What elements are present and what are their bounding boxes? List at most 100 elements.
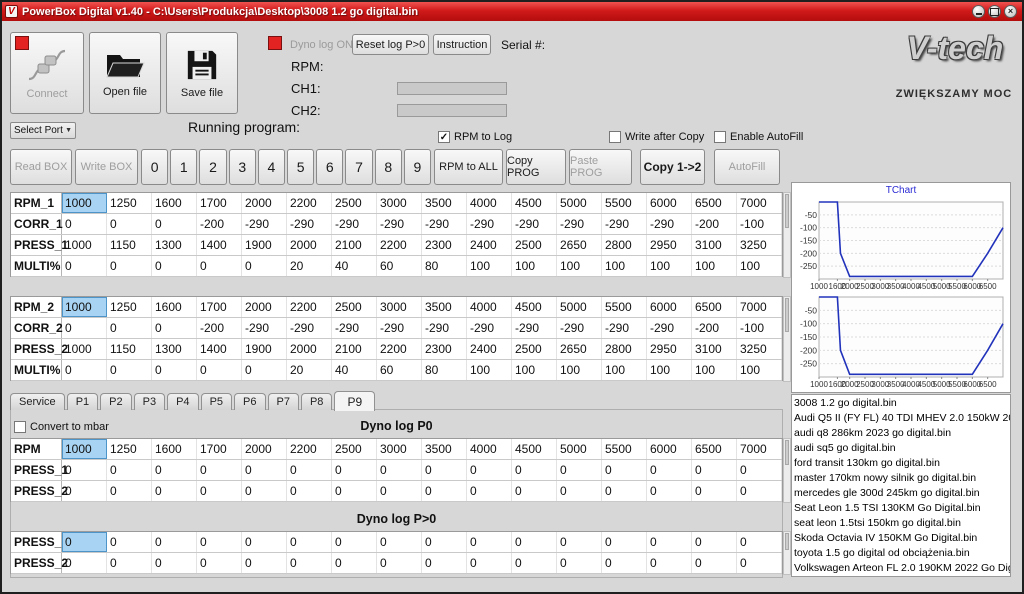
table-cell[interactable]: 5000 bbox=[557, 439, 602, 459]
minimize-icon[interactable] bbox=[972, 5, 985, 18]
table-cell[interactable]: 0 bbox=[242, 360, 287, 380]
table-cell[interactable]: 1900 bbox=[242, 235, 287, 255]
table-cell[interactable]: 80 bbox=[422, 360, 467, 380]
table-cell[interactable]: -200 bbox=[692, 318, 737, 338]
file-list-item[interactable]: seat leon 1.5tsi 150km go digital.bin bbox=[794, 516, 1010, 531]
table-cell[interactable]: 2400 bbox=[467, 339, 512, 359]
table-cell[interactable]: -290 bbox=[467, 318, 512, 338]
table-cell[interactable]: 0 bbox=[287, 460, 332, 480]
table-cell[interactable]: 2950 bbox=[647, 235, 692, 255]
table-cell[interactable]: 1600 bbox=[152, 193, 197, 213]
table-cell[interactable]: 3500 bbox=[422, 297, 467, 317]
table-cell[interactable]: 4000 bbox=[467, 297, 512, 317]
table-cell[interactable]: 2000 bbox=[242, 297, 287, 317]
table-cell[interactable]: 0 bbox=[602, 481, 647, 501]
digit-button-8[interactable]: 8 bbox=[375, 149, 402, 185]
table-cell[interactable]: 1700 bbox=[197, 297, 242, 317]
table-cell[interactable]: 0 bbox=[62, 532, 107, 552]
table-cell[interactable]: 0 bbox=[647, 553, 692, 573]
table-cell[interactable]: -100 bbox=[737, 318, 782, 338]
table-cell[interactable]: 0 bbox=[692, 553, 737, 573]
tab-p7[interactable]: P7 bbox=[268, 393, 299, 410]
save-file-button[interactable]: Save file bbox=[166, 32, 238, 114]
table-cell[interactable]: 0 bbox=[107, 214, 152, 234]
digit-button-1[interactable]: 1 bbox=[170, 149, 197, 185]
table-cell[interactable]: 0 bbox=[422, 553, 467, 573]
table-cell[interactable]: 0 bbox=[107, 318, 152, 338]
table-cell[interactable]: 0 bbox=[332, 460, 377, 480]
table-cell[interactable]: -290 bbox=[242, 318, 287, 338]
table-cell[interactable]: -290 bbox=[242, 214, 287, 234]
table-cell[interactable]: 1250 bbox=[107, 193, 152, 213]
table-cell[interactable]: -290 bbox=[602, 214, 647, 234]
tab-p2[interactable]: P2 bbox=[100, 393, 131, 410]
table-cell[interactable]: 2500 bbox=[332, 297, 377, 317]
file-list-item[interactable]: audi sq5 go digital.bin bbox=[794, 441, 1010, 456]
table-cell[interactable]: 80 bbox=[422, 256, 467, 276]
table-cell[interactable]: 0 bbox=[647, 481, 692, 501]
table-cell[interactable]: -200 bbox=[197, 214, 242, 234]
tab-p8[interactable]: P8 bbox=[301, 393, 332, 410]
table-cell[interactable]: -290 bbox=[512, 318, 557, 338]
table-cell[interactable]: -290 bbox=[512, 214, 557, 234]
table-cell[interactable]: 0 bbox=[62, 214, 107, 234]
table-cell[interactable]: 1000 bbox=[62, 193, 107, 213]
table-cell[interactable]: 2650 bbox=[557, 339, 602, 359]
table-cell[interactable]: 4000 bbox=[467, 439, 512, 459]
tab-p6[interactable]: P6 bbox=[234, 393, 265, 410]
table-cell[interactable]: 1150 bbox=[107, 235, 152, 255]
file-list-item[interactable]: master 170km nowy silnik go digital.bin bbox=[794, 471, 1010, 486]
table-cell[interactable]: 1400 bbox=[197, 235, 242, 255]
copy-1-to-2-button[interactable]: Copy 1->2 bbox=[640, 149, 705, 185]
table-cell[interactable]: 0 bbox=[467, 553, 512, 573]
table-cell[interactable]: 0 bbox=[602, 553, 647, 573]
table-cell[interactable]: 1000 bbox=[62, 297, 107, 317]
table-cell[interactable]: 2500 bbox=[512, 235, 557, 255]
table-cell[interactable]: 1000 bbox=[62, 339, 107, 359]
table-cell[interactable]: 1600 bbox=[152, 439, 197, 459]
table-cell[interactable]: -290 bbox=[647, 214, 692, 234]
table-cell[interactable]: 6000 bbox=[647, 297, 692, 317]
table-cell[interactable]: 0 bbox=[152, 360, 197, 380]
table-cell[interactable]: -290 bbox=[332, 318, 377, 338]
table-cell[interactable]: 2400 bbox=[467, 235, 512, 255]
table-cell[interactable]: 3250 bbox=[737, 339, 782, 359]
table-cell[interactable]: 1150 bbox=[107, 339, 152, 359]
table-cell[interactable]: 0 bbox=[557, 460, 602, 480]
table-cell[interactable]: 0 bbox=[737, 553, 782, 573]
table-cell[interactable]: 0 bbox=[242, 460, 287, 480]
table-cell[interactable]: 0 bbox=[512, 532, 557, 552]
table-cell[interactable]: 0 bbox=[557, 481, 602, 501]
table-cell[interactable]: 100 bbox=[692, 360, 737, 380]
table-cell[interactable]: 2950 bbox=[647, 339, 692, 359]
table-cell[interactable]: 0 bbox=[377, 532, 422, 552]
table-cell[interactable]: 3250 bbox=[737, 235, 782, 255]
table-cell[interactable]: 100 bbox=[512, 256, 557, 276]
table-cell[interactable]: 0 bbox=[377, 553, 422, 573]
table-cell[interactable]: 3500 bbox=[422, 439, 467, 459]
digit-button-3[interactable]: 3 bbox=[229, 149, 256, 185]
table-scrollbar[interactable] bbox=[783, 531, 791, 575]
open-file-button[interactable]: Open file bbox=[89, 32, 161, 114]
file-list-item[interactable]: Skoda Octavia IV 150KM Go Digital.bin bbox=[794, 531, 1010, 546]
scrollbar-thumb[interactable] bbox=[785, 194, 789, 228]
table-cell[interactable]: 1700 bbox=[197, 193, 242, 213]
table-cell[interactable]: 5500 bbox=[602, 439, 647, 459]
table-cell[interactable]: 0 bbox=[467, 460, 512, 480]
table-cell[interactable]: 0 bbox=[197, 532, 242, 552]
table-cell[interactable]: 0 bbox=[647, 532, 692, 552]
table-cell[interactable]: 40 bbox=[332, 256, 377, 276]
table-cell[interactable]: 0 bbox=[737, 532, 782, 552]
table-cell[interactable]: 0 bbox=[107, 360, 152, 380]
table-cell[interactable]: 100 bbox=[557, 360, 602, 380]
table-cell[interactable]: 100 bbox=[467, 256, 512, 276]
table-cell[interactable]: 0 bbox=[62, 553, 107, 573]
table-cell[interactable]: 0 bbox=[422, 532, 467, 552]
table-cell[interactable]: 0 bbox=[152, 481, 197, 501]
table-cell[interactable]: -290 bbox=[332, 214, 377, 234]
table-cell[interactable]: 1300 bbox=[152, 339, 197, 359]
table-cell[interactable]: 0 bbox=[287, 553, 332, 573]
table-cell[interactable]: 0 bbox=[152, 256, 197, 276]
table-cell[interactable]: 2100 bbox=[332, 339, 377, 359]
table-cell[interactable]: -290 bbox=[377, 214, 422, 234]
